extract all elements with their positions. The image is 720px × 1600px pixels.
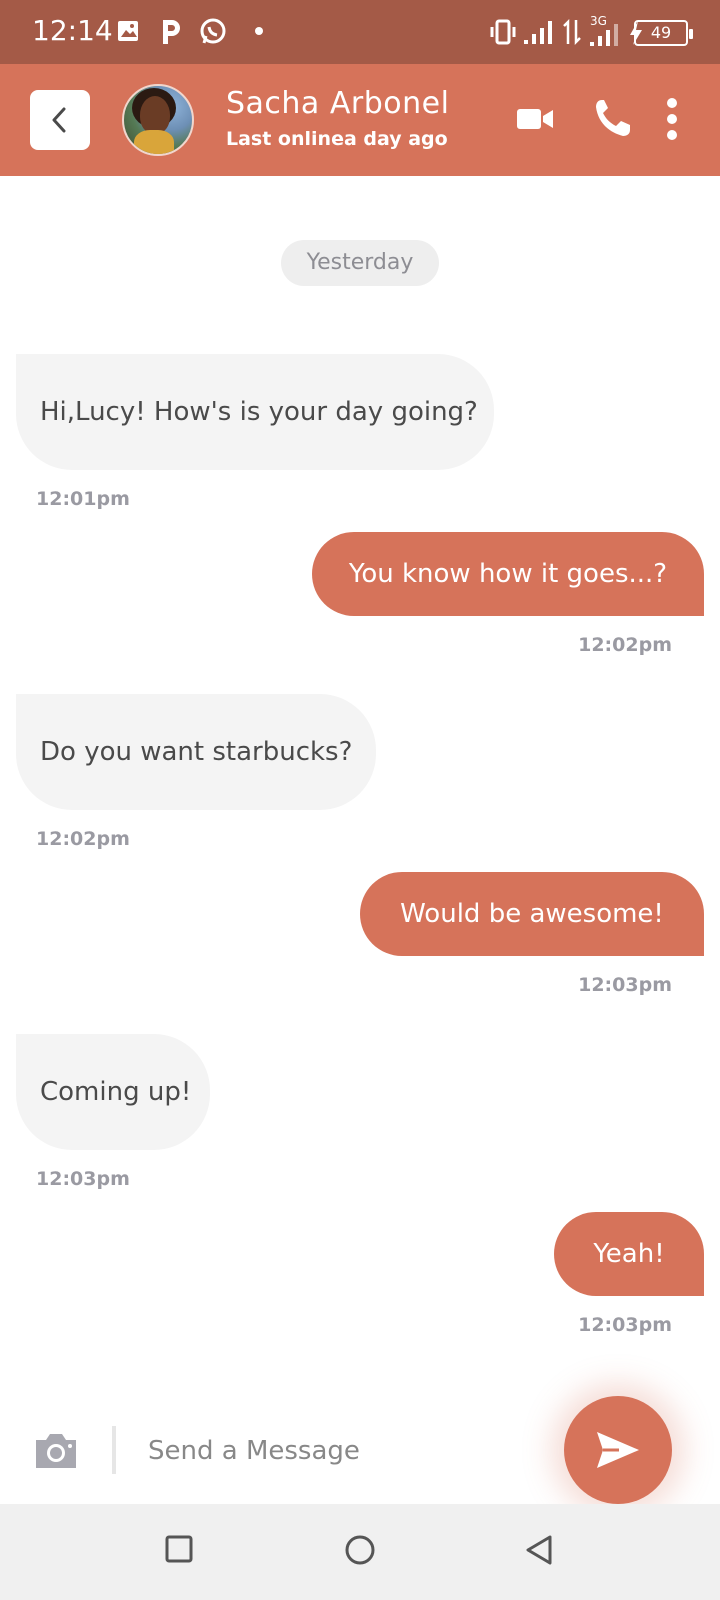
message-bubble-outgoing[interactable]: Would be awesome! [360,872,704,956]
vibrate-icon [490,19,516,45]
message-text: Hi,Lucy! How's is your day going? [40,397,478,427]
message-time: 12:02pm [36,828,130,850]
message-bubble-incoming[interactable]: Do you want starbucks? [16,694,376,810]
chat-header: Sacha Arbonel Last onlinea day ago [0,64,720,176]
back-triangle-icon[interactable] [524,1534,554,1566]
system-nav-bar [0,1504,720,1600]
last-online-status: Last onlinea day ago [226,128,448,150]
signal-strength-icon [524,21,552,44]
message-text: Would be awesome! [400,899,664,929]
message-text: Do you want starbucks? [40,737,353,767]
message-bubble-outgoing[interactable]: You know how it goes...? [312,532,704,616]
message-time: 12:03pm [36,1168,130,1190]
camera-icon[interactable] [32,1430,80,1470]
message-time: 12:03pm [578,1314,672,1336]
battery-icon: 49 [634,20,693,46]
status-time: 12:14 [32,14,113,47]
message-time: 12:03pm [578,974,672,996]
battery-level: 49 [650,23,672,42]
notification-dot-icon [255,27,263,35]
message-bubble-outgoing[interactable]: Yeah! [554,1212,704,1296]
avatar[interactable] [122,84,194,156]
date-divider: Yesterday [281,240,439,286]
message-bubble-incoming[interactable]: Coming up! [16,1034,210,1150]
message-input[interactable] [130,1426,530,1476]
composer-divider [112,1426,116,1474]
video-camera-icon[interactable] [516,106,554,132]
data-transfer-icon [563,18,581,46]
message-text: Yeah! [593,1239,665,1269]
parking-notification-icon [163,20,180,44]
signal-strength-2-icon [590,24,618,46]
recents-square-icon[interactable] [164,1534,194,1564]
message-time: 12:02pm [578,634,672,656]
more-vertical-icon[interactable] [666,98,678,140]
message-text: You know how it goes...? [348,559,668,589]
contact-name[interactable]: Sacha Arbonel [226,86,449,121]
image-notification-icon [118,21,138,41]
back-button[interactable] [30,90,90,150]
message-bubble-incoming[interactable]: Hi,Lucy! How's is your day going? [16,354,494,470]
phone-icon[interactable] [594,98,632,138]
whatsapp-notification-icon [200,18,226,44]
status-bar: 12:14 3G 49 [0,0,720,64]
home-circle-icon[interactable] [344,1534,376,1566]
send-button[interactable] [564,1396,672,1504]
message-time: 12:01pm [36,488,130,510]
message-text: Coming up! [40,1077,192,1107]
send-icon [597,1432,639,1468]
chevron-left-icon [52,107,66,133]
